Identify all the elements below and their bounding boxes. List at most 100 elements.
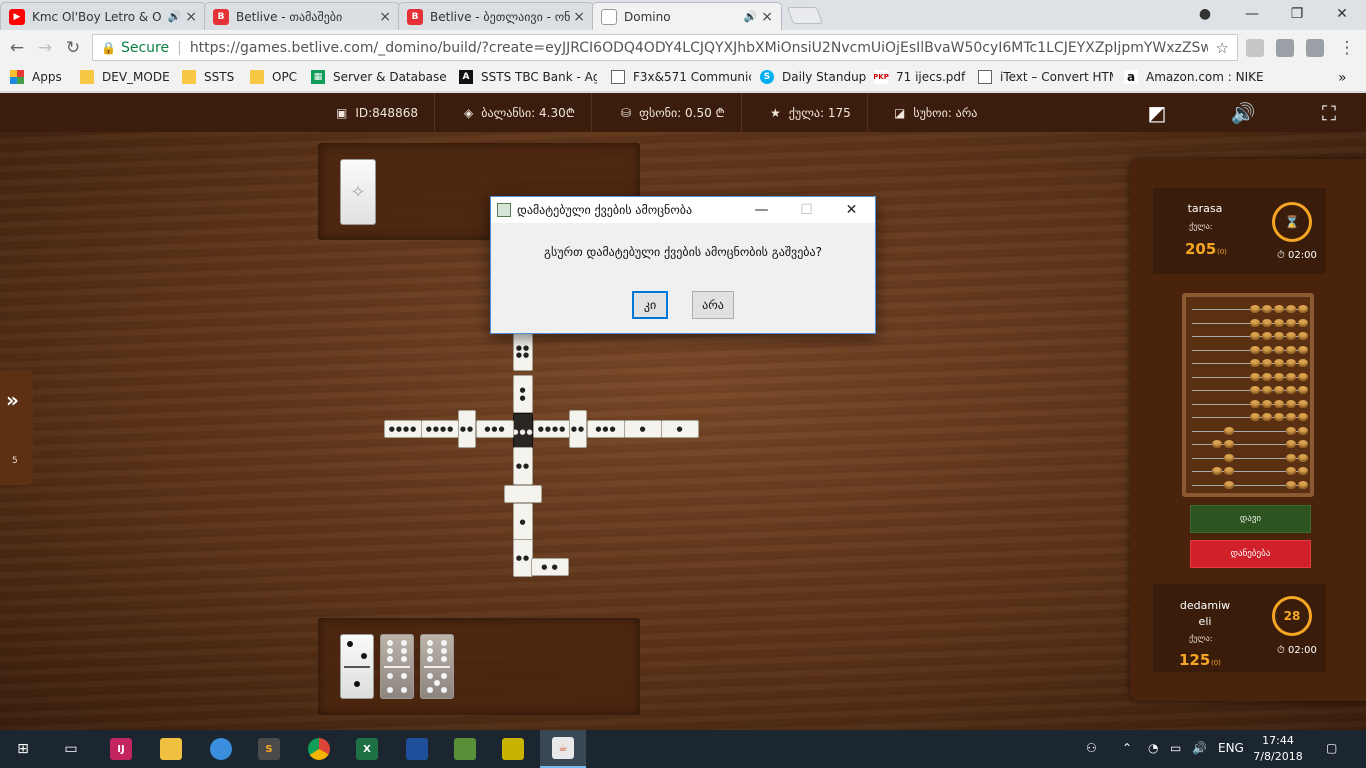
- speaker-icon[interactable]: 🔊: [744, 10, 758, 23]
- abacus-bead: [1298, 372, 1308, 381]
- tab-betlive-games[interactable]: B Betlive - თამაშები ×: [204, 2, 400, 30]
- close-tab-icon[interactable]: ×: [379, 9, 391, 25]
- notifications-icon[interactable]: ▢: [1326, 741, 1337, 755]
- hand-tile[interactable]: [340, 634, 374, 699]
- bookmark-link[interactable]: PKP 71 ijecs.pdf: [874, 70, 969, 84]
- maximize-icon[interactable]: ☐: [784, 197, 829, 223]
- volume-icon[interactable]: 🔊: [1192, 741, 1207, 755]
- bookmark-label: SSTS TBC Bank - Ag: [481, 70, 597, 84]
- excel-icon[interactable]: X: [344, 730, 390, 768]
- abacus-bead: [1286, 453, 1296, 462]
- sublime-icon[interactable]: S: [246, 730, 292, 768]
- bookmark-link[interactable]: F3x&571 Communic: [611, 70, 751, 84]
- yes-button[interactable]: კი: [632, 291, 668, 319]
- extension-icon[interactable]: [1306, 39, 1324, 57]
- profile-icon[interactable]: ●: [1183, 0, 1227, 28]
- battery-icon[interactable]: ▭: [1170, 741, 1181, 755]
- board-tile: ●●: [513, 375, 533, 413]
- extension-icon[interactable]: [1276, 39, 1294, 57]
- people-icon[interactable]: ⚇: [1086, 741, 1097, 755]
- bookmark-label: OPC: [272, 70, 298, 84]
- dialog-title: დამატებული ქვების ამოცნობა: [517, 203, 693, 217]
- folder-icon: [80, 70, 94, 84]
- back-icon[interactable]: ←: [6, 37, 28, 59]
- abacus-bead: [1286, 426, 1296, 435]
- folder-icon: [182, 70, 196, 84]
- face-down-tile: ✧: [340, 159, 376, 225]
- bookmark-link[interactable]: iText – Convert HTM: [978, 70, 1113, 84]
- minimize-icon[interactable]: —: [1230, 0, 1274, 28]
- amazon-icon: a: [1124, 70, 1138, 84]
- file-explorer-icon[interactable]: [148, 730, 194, 768]
- forward-icon[interactable]: →: [34, 37, 56, 59]
- app-icon[interactable]: [490, 730, 536, 768]
- no-button[interactable]: არა: [692, 291, 734, 319]
- tab-youtube[interactable]: ▶ Kmc Ol'Boy Letro & O 🔊 ×: [0, 2, 206, 30]
- start-icon[interactable]: ⊞: [0, 730, 46, 768]
- abacus-bead: [1250, 359, 1260, 367]
- balance-text: ბალანსი: 4.30₾: [481, 106, 575, 120]
- bookmark-star-icon[interactable]: ☆: [1216, 39, 1229, 57]
- pass-button[interactable]: დავი: [1190, 505, 1311, 533]
- wifi-icon[interactable]: ◔: [1148, 741, 1158, 755]
- chat-app-icon[interactable]: [198, 730, 244, 768]
- board-tile: [504, 485, 542, 503]
- abacus-bead: [1298, 426, 1308, 435]
- dialog-titlebar[interactable]: დამატებული ქვების ამოცნობა — ☐ ✕: [491, 197, 875, 223]
- abacus-bead: [1250, 332, 1260, 340]
- sheet-icon: ▦: [311, 70, 325, 84]
- app-icon[interactable]: [394, 730, 440, 768]
- layout-icon[interactable]: ◩: [1145, 101, 1169, 125]
- task-view-icon[interactable]: ▭: [48, 730, 94, 768]
- tab-betlive[interactable]: B Betlive - ბეთლაივი - ონ ×: [398, 2, 594, 30]
- hand-tile[interactable]: [380, 634, 414, 699]
- restore-icon[interactable]: ❐: [1275, 0, 1319, 28]
- minimize-icon[interactable]: —: [739, 197, 784, 223]
- bookmark-folder[interactable]: SSTS: [182, 70, 242, 84]
- more-bookmarks-icon[interactable]: »: [1338, 70, 1347, 86]
- abacus-bead: [1274, 305, 1284, 313]
- close-tab-icon[interactable]: ×: [185, 9, 197, 25]
- bookmark-folder[interactable]: DEV_MODE: [80, 70, 175, 84]
- bookmark-link[interactable]: S Daily Standup: [760, 70, 870, 84]
- bookmark-folder[interactable]: OPC: [250, 70, 305, 84]
- abacus-bead: [1298, 453, 1308, 462]
- address-bar[interactable]: 🔒 Secure | https://games.betlive.com/_do…: [92, 34, 1238, 61]
- close-icon[interactable]: ✕: [829, 197, 874, 223]
- bookmark-link[interactable]: ▦ Server & Database P: [311, 70, 449, 84]
- opponent-sub: (0): [1217, 248, 1227, 256]
- close-tab-icon[interactable]: ×: [761, 9, 773, 25]
- chevron-up-icon[interactable]: ⌃: [1122, 741, 1132, 755]
- apps-icon: [10, 70, 24, 84]
- close-window-icon[interactable]: ✕: [1320, 0, 1364, 28]
- side-panel-toggle[interactable]: » 5: [0, 370, 33, 485]
- intellij-icon[interactable]: IJ: [98, 730, 144, 768]
- close-tab-icon[interactable]: ×: [573, 9, 585, 25]
- abacus-bead: [1274, 413, 1284, 421]
- java-app-icon[interactable]: ☕: [540, 730, 586, 768]
- fullscreen-icon[interactable]: ⛶: [1317, 101, 1341, 125]
- extension-icon[interactable]: [1246, 39, 1264, 57]
- side-count: 5: [12, 456, 18, 466]
- app-icon[interactable]: [442, 730, 488, 768]
- menu-icon[interactable]: ⋮: [1336, 37, 1358, 59]
- chrome-icon[interactable]: [296, 730, 342, 768]
- surrender-button[interactable]: დანებება: [1190, 540, 1311, 568]
- opponent-timer: ⏱ 02:00: [1277, 250, 1317, 261]
- new-tab-button[interactable]: [786, 7, 824, 24]
- speaker-icon[interactable]: 🔊: [168, 10, 182, 23]
- tab-domino[interactable]: Domino 🔊 ×: [592, 2, 782, 30]
- abacus-bead: [1262, 372, 1272, 381]
- reload-icon[interactable]: ↻: [62, 37, 84, 59]
- bookmark-link[interactable]: a Amazon.com : NIKE: [1124, 70, 1264, 84]
- sound-icon[interactable]: 🔊: [1231, 101, 1256, 125]
- lock-icon: 🔒: [101, 40, 116, 55]
- bookmark-link[interactable]: A SSTS TBC Bank - Ag: [459, 70, 597, 84]
- abacus-bead: [1286, 440, 1296, 448]
- abacus-bead: [1262, 332, 1272, 340]
- language-indicator[interactable]: ENG: [1218, 741, 1244, 755]
- price-text: ფსონი: 0.50 ₾: [639, 106, 725, 120]
- hand-tile[interactable]: [420, 634, 454, 699]
- bookmark-apps[interactable]: Apps: [10, 70, 80, 84]
- clock[interactable]: 17:44 7/8/2018: [1248, 733, 1308, 765]
